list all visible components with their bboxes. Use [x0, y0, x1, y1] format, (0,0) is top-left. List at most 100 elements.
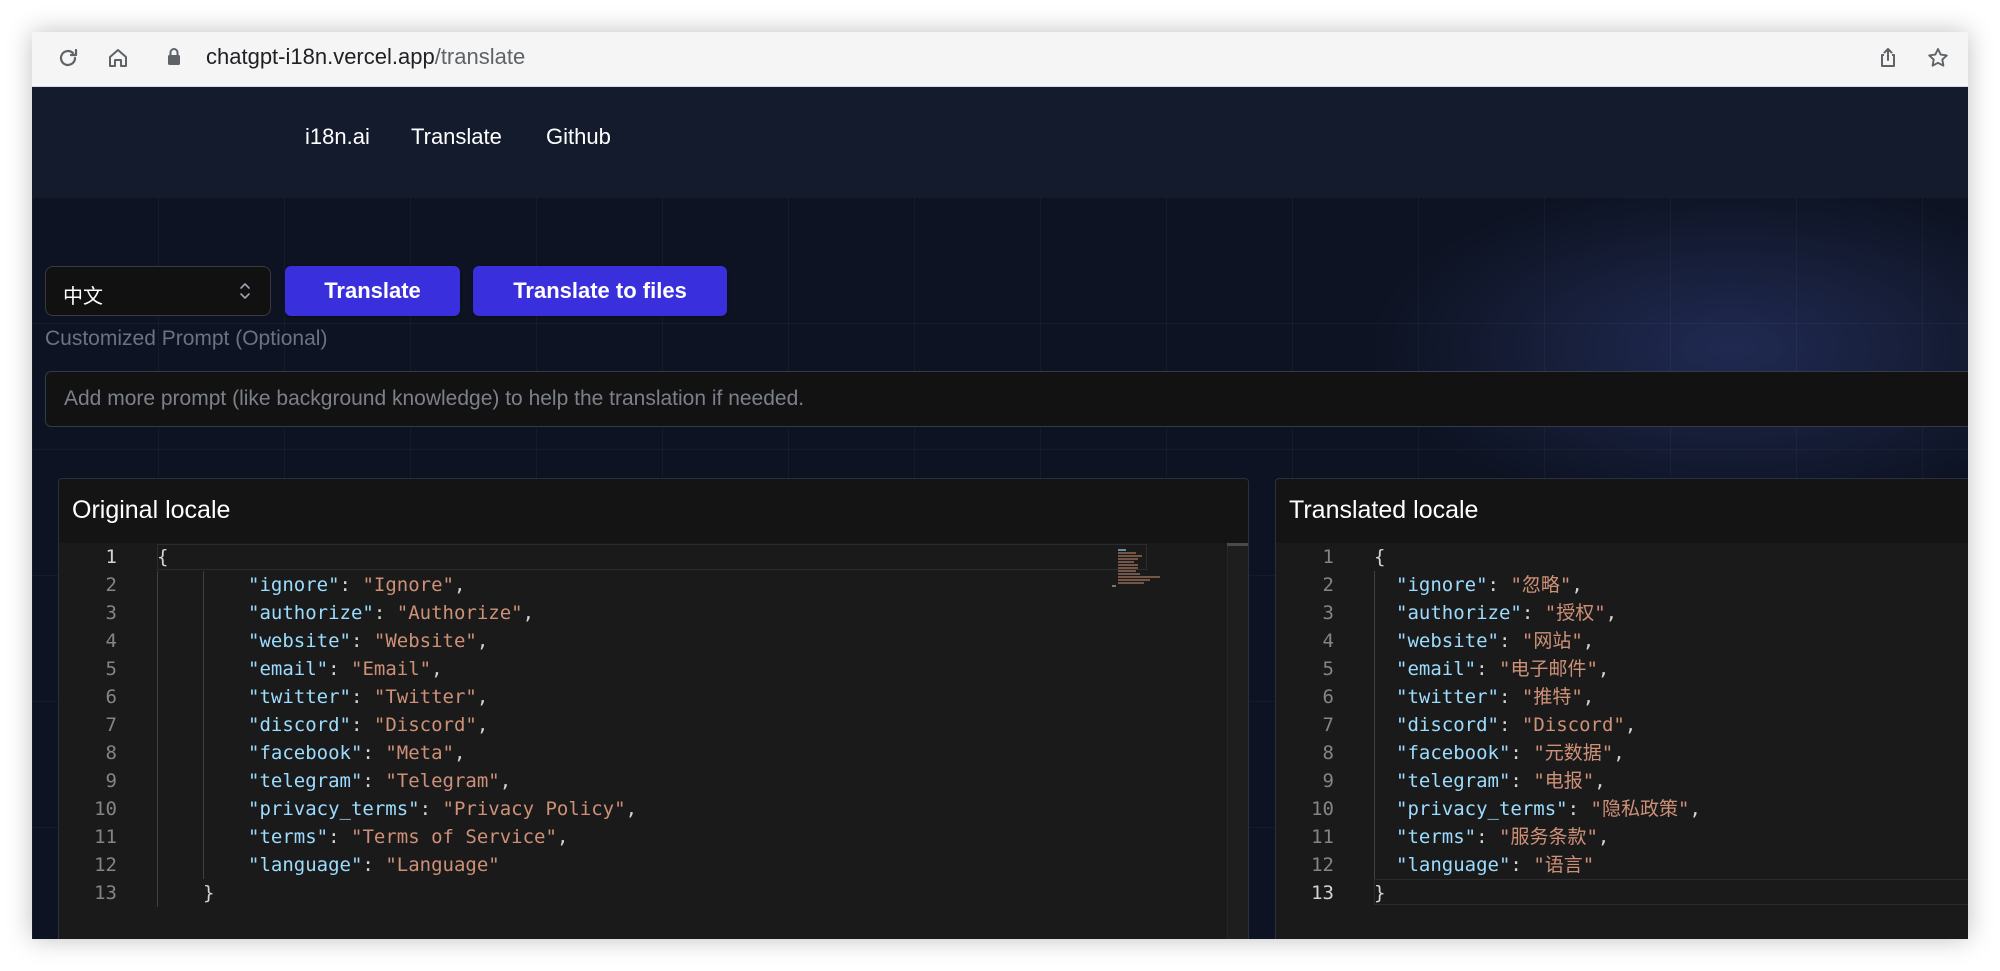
nav-link-github[interactable]: Github: [546, 124, 611, 150]
json-value: 电子邮件: [1510, 658, 1587, 680]
json-value: Telegram: [396, 770, 489, 792]
prompt-input[interactable]: [45, 371, 1968, 427]
json-key: twitter: [259, 686, 340, 708]
json-value: 隐私政策: [1601, 798, 1678, 820]
json-key: facebook: [259, 742, 351, 764]
json-key: ignore: [259, 574, 329, 596]
code-line: 11 "terms": "服务条款",: [1311, 826, 1610, 848]
json-key: ignore: [1407, 574, 1477, 596]
star-icon[interactable]: [1922, 42, 1954, 74]
code-line: 5 "email": "电子邮件",: [1322, 658, 1610, 680]
language-select[interactable]: 中文: [45, 266, 271, 316]
code-line: 12 "language": "语言": [1311, 854, 1595, 876]
json-value: Twitter: [385, 686, 466, 708]
json-value: 服务条款: [1510, 826, 1587, 848]
json-key: email: [1407, 658, 1465, 680]
json-key: authorize: [259, 602, 363, 624]
json-value: Discord: [1533, 714, 1614, 736]
json-key: discord: [259, 714, 340, 736]
json-key: privacy_terms: [1407, 798, 1557, 820]
code-line: 1{: [105, 546, 169, 568]
vertical-scrollbar[interactable]: [1227, 543, 1248, 939]
code-line: 9 "telegram": "电报",: [1322, 770, 1606, 792]
code-line: 5 "email": "Email",: [105, 658, 443, 680]
code-line: 13}: [1311, 882, 1386, 904]
code-line: 1{: [1322, 546, 1386, 568]
code-line: 10 "privacy_terms": "隐私政策",: [1311, 798, 1701, 820]
nav-link-home[interactable]: i18n.ai: [305, 124, 370, 150]
code-line: 6 "twitter": "推特",: [1322, 686, 1595, 708]
nav-link-translate[interactable]: Translate: [411, 124, 502, 150]
json-key: discord: [1407, 714, 1488, 736]
json-value: Email: [362, 658, 420, 680]
json-value: Language: [396, 854, 489, 876]
page: i18n.ai Translate Github 中文 Translate Tr…: [32, 87, 1968, 939]
code-line: 4 "website": "Website",: [105, 630, 489, 652]
lock-icon: [166, 46, 182, 73]
translated-locale-title: Translated locale: [1289, 496, 1479, 524]
json-value: Ignore: [373, 574, 443, 596]
json-value: 元数据: [1544, 742, 1602, 764]
chevron-updown-icon: [238, 279, 252, 308]
browser-toolbar: chatgpt-i18n.vercel.app/translate: [32, 32, 1968, 87]
translated-code-editor[interactable]: 1{ 2 "ignore": "忽略", 3 "authorize": "授权", 4 "…: [1276, 543, 1968, 939]
json-key: language: [259, 854, 351, 876]
scrollbar-thumb[interactable]: [1227, 543, 1248, 546]
code-line: 7 "discord": "Discord",: [1322, 714, 1637, 736]
code-line: 9 "telegram": "Telegram",: [105, 770, 512, 792]
json-key: authorize: [1407, 602, 1511, 624]
json-key: website: [259, 630, 340, 652]
json-value: Discord: [385, 714, 466, 736]
code-line: 2 "ignore": "忽略",: [1322, 574, 1583, 596]
reload-icon[interactable]: [52, 42, 84, 74]
url-path: /translate: [434, 44, 526, 69]
json-value: Website: [385, 630, 466, 652]
json-key: terms: [1407, 826, 1465, 848]
browser-window: chatgpt-i18n.vercel.app/translate i18n.a…: [32, 32, 1968, 939]
json-value: 电报: [1544, 770, 1583, 792]
json-value: 语言: [1544, 854, 1583, 876]
code-line: 4 "website": "网站",: [1322, 630, 1595, 652]
home-icon[interactable]: [102, 42, 134, 74]
json-key: language: [1407, 854, 1499, 876]
code-line: 6 "twitter": "Twitter",: [105, 686, 489, 708]
json-key: telegram: [1407, 770, 1499, 792]
json-value: 忽略: [1521, 574, 1560, 596]
code-line: 12 "language": "Language": [94, 854, 500, 876]
json-value: Meta: [396, 742, 443, 764]
url-host: chatgpt-i18n.vercel.app: [206, 44, 435, 69]
translate-to-files-button[interactable]: Translate to files: [473, 266, 727, 316]
json-key: twitter: [1407, 686, 1488, 708]
json-key: website: [1407, 630, 1488, 652]
url-text[interactable]: chatgpt-i18n.vercel.app/translate: [206, 44, 525, 70]
code-line: 11 "terms": "Terms of Service",: [94, 826, 569, 848]
language-select-value: 中文: [63, 286, 103, 308]
json-key: terms: [259, 826, 317, 848]
code-line: 13}: [94, 882, 215, 904]
code-line: 10 "privacy_terms": "Privacy Policy",: [94, 798, 638, 820]
code-line: 8 "facebook": "元数据",: [1322, 742, 1625, 764]
json-value: Privacy Policy: [453, 798, 615, 820]
original-locale-title: Original locale: [72, 496, 231, 524]
top-nav: i18n.ai Translate Github: [32, 87, 1968, 197]
json-key: email: [259, 658, 317, 680]
original-code-editor[interactable]: 1{ 2 "ignore": "Ignore", 3 "authorize": "Au…: [59, 543, 1248, 939]
share-icon[interactable]: [1872, 42, 1904, 74]
json-key: privacy_terms: [259, 798, 409, 820]
json-key: facebook: [1407, 742, 1499, 764]
translated-locale-panel: Translated locale 1{ 2 "ignore": "忽略", 3 "a…: [1275, 478, 1968, 939]
json-value: Authorize: [408, 602, 512, 624]
json-value: 授权: [1556, 602, 1595, 624]
code-line: 8 "facebook": "Meta",: [105, 742, 466, 764]
translate-button[interactable]: Translate: [285, 266, 460, 316]
json-value: Terms of Service: [362, 826, 546, 848]
code-line: 7 "discord": "Discord",: [105, 714, 489, 736]
minimap[interactable]: [1104, 549, 1174, 589]
code-line: 2 "ignore": "Ignore",: [105, 574, 466, 596]
code-line: 3 "authorize": "Authorize",: [105, 602, 535, 624]
original-locale-panel: Original locale 1{ 2 "ignore": "Ignore", 3…: [58, 478, 1249, 939]
prompt-label: Customized Prompt (Optional): [45, 327, 328, 350]
code-line: 3 "authorize": "授权",: [1322, 602, 1618, 624]
json-value: 推特: [1533, 686, 1572, 708]
json-key: telegram: [259, 770, 351, 792]
